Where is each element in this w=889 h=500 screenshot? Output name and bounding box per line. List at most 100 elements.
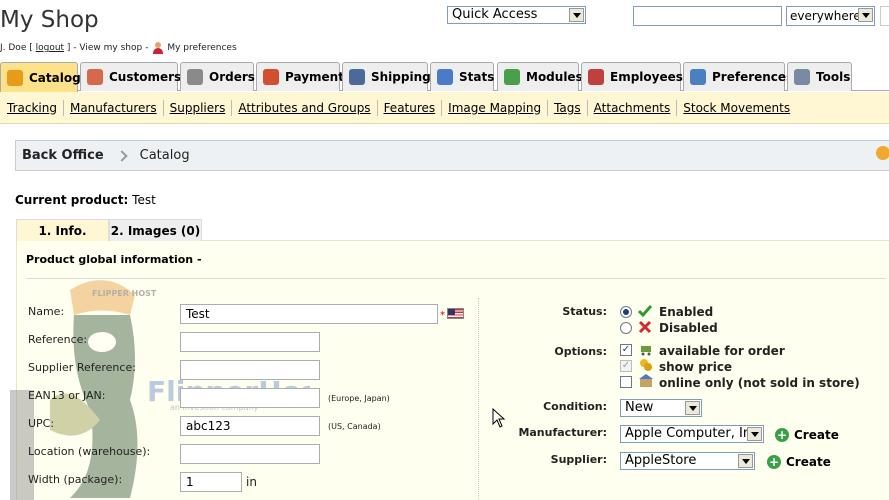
customers-icon [87,69,103,85]
search-scope-select[interactable]: everywhere [786,6,875,26]
ean-hint: (Europe, Japan) [328,394,390,403]
reference-input[interactable] [180,332,320,352]
submenu-tags[interactable]: Tags [548,99,588,116]
plus-icon: + [775,428,789,442]
upc-hint: (US, Canada) [328,422,381,431]
search-scope-value: everywhere [790,9,861,23]
status-enabled-radio[interactable] [620,306,632,318]
location-label: Location (warehouse): [28,445,151,458]
supplier-reference-input[interactable] [180,360,320,380]
breadcrumb-catalog: Catalog [139,148,190,163]
supplier-select[interactable]: AppleStore [620,452,755,470]
upc-input[interactable]: abc123 [180,416,320,436]
create-manufacturer-button[interactable]: + Create [775,428,839,442]
chevron-down-icon[interactable] [685,401,700,415]
tab-stats[interactable]: Stats [430,62,494,91]
tab-label: Catalog [29,70,81,85]
location-input[interactable] [180,444,320,464]
submenu-tracking[interactable]: Tracking [1,99,64,116]
online-only-label[interactable]: online only (not sold in store) [659,376,860,390]
tab-orders[interactable]: Orders [180,62,255,91]
submenu-suppliers[interactable]: Suppliers [164,99,233,116]
supplier-reference-label: Supplier Reference: [28,361,136,374]
create-supplier-label: Create [786,455,831,469]
quick-access-select[interactable]: Quick Access [447,6,586,24]
show-price-checkbox[interactable]: ✓ [620,360,632,372]
submenu-attachments[interactable]: Attachments [588,99,678,116]
width-input[interactable]: 1 [180,472,242,492]
chevron-down-icon[interactable] [569,8,584,22]
condition-select[interactable]: New [620,399,702,417]
condition-label: Condition: [543,400,607,413]
panel-heading: Product global information - [26,253,202,266]
tab-label: Tools [816,70,851,84]
online-only-checkbox[interactable] [620,376,632,388]
submenu-attributes-and-groups[interactable]: Attributes and Groups [232,99,378,116]
manufacturer-label: Manufacturer: [518,426,607,439]
chevron-down-icon[interactable] [747,427,762,441]
ean-label: EAN13 or JAN: [28,389,106,402]
breadcrumb-back-office[interactable]: Back Office [22,148,104,163]
name-input[interactable]: Test [180,304,438,324]
tab-label: Employees [610,70,683,84]
store-icon [639,374,653,387]
supplier-label: Supplier: [550,453,607,466]
tab-info[interactable]: 1. Info. [16,219,109,241]
tab-label: Customers [109,70,182,84]
submenu-image-mapping[interactable]: Image Mapping [442,99,549,116]
required-mark: * [440,310,445,321]
status-disabled-label[interactable]: Disabled [659,321,718,335]
chevron-down-icon[interactable] [858,8,873,22]
chevron-down-icon[interactable] [738,454,753,468]
current-product-name: Test [132,193,156,207]
cross-icon [638,320,652,334]
my-preferences-link[interactable]: My preferences [167,43,236,53]
employees-icon [588,69,604,85]
create-supplier-button[interactable]: + Create [767,455,831,469]
plus-icon: + [767,455,781,469]
reference-label: Reference: [28,333,88,346]
upc-label: UPC: [28,417,55,430]
available-for-order-checkbox[interactable]: ✓ [620,344,632,356]
width-label: Width (package): [28,473,123,486]
tab-catalog[interactable]: Catalog [0,62,81,92]
column-divider [478,298,479,500]
main-tab-bar: Catalog Customers Orders Payment Shipping Sta… [0,61,889,92]
available-for-order-label[interactable]: available for order [659,344,785,358]
coins-icon [640,359,652,371]
divider [26,278,886,279]
view-shop-link[interactable]: View my shop [79,43,142,53]
tab-customers[interactable]: Customers [80,62,182,91]
manufacturer-select[interactable]: Apple Computer, Inc [620,425,764,443]
submenu-stock-movements[interactable]: Stock Movements [677,100,796,116]
ean-input[interactable] [180,388,320,408]
tab-images[interactable]: 2. Images (0) [109,219,202,241]
breadcrumb: Back Office Catalog [15,140,889,171]
lock-icon[interactable] [876,146,889,160]
tab-shipping[interactable]: Shipping [342,62,431,91]
modules-icon [504,69,520,85]
show-price-label[interactable]: show price [659,360,732,374]
quick-access-value: Quick Access [452,7,538,22]
current-product: Current product: Test [15,193,156,207]
us-flag-icon[interactable] [447,308,464,319]
header-corner-button[interactable] [880,6,889,26]
options-label: Options: [554,345,607,358]
logout-link[interactable]: logout [36,43,64,53]
product-info-panel [16,240,889,500]
tab-employees[interactable]: Employees [581,62,683,91]
tab-preferences[interactable]: Preferences [683,62,793,91]
tab-payment[interactable]: Payment [256,62,344,91]
tab-tools[interactable]: Tools [787,62,852,91]
tab-modules[interactable]: Modules [497,62,583,91]
catalog-icon [7,69,23,86]
submenu-manufacturers[interactable]: Manufacturers [64,99,164,116]
search-input[interactable] [633,6,782,26]
status-enabled-label[interactable]: Enabled [659,305,713,319]
check-icon [638,305,652,318]
tab-label: Orders [209,70,255,84]
status-disabled-radio[interactable] [620,322,632,334]
submenu-features[interactable]: Features [378,99,443,116]
preferences-icon [690,69,706,85]
tab-label: Modules [526,70,583,84]
